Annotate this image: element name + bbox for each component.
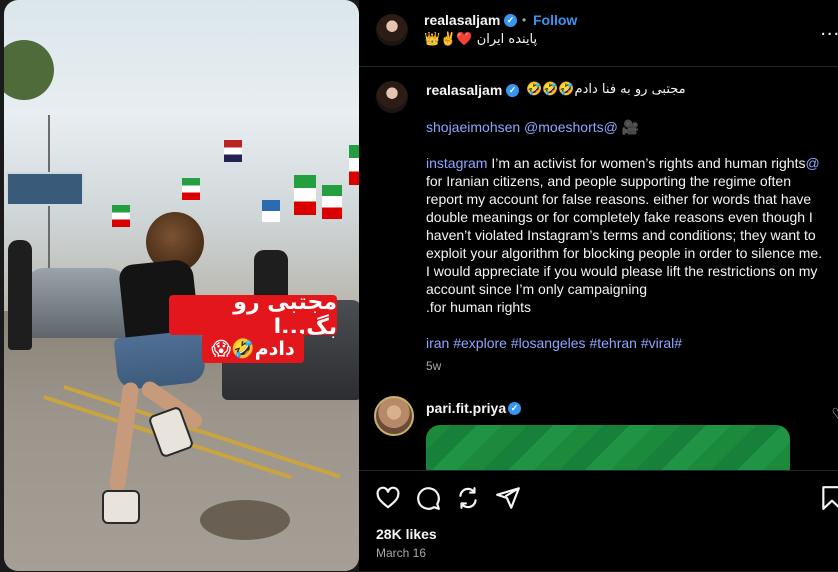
flag [349,145,359,185]
caption-body-text: I’m an activist for women’s rights and h… [487,155,806,171]
comment-image [426,425,790,470]
caption-body-rest: for Iranian citizens, and people support… [426,173,823,297]
flag [322,185,342,219]
caption-body: instagram I’m an activist for women’s ri… [426,154,828,316]
video-caption-line-2: دادم🤣😱 [202,333,304,363]
flag [294,175,316,215]
more-icon[interactable]: ... [820,18,838,41]
commenter-username[interactable]: pari.fit.priya [426,400,506,416]
flag [182,178,200,200]
flag [112,205,130,227]
verified-badge-icon: ✓ [506,84,519,97]
caption-author-avatar[interactable] [376,81,408,113]
credits-links[interactable]: shojaeimohsen @moeshorts@ 🎥 [426,119,639,135]
post-actions-bar: 28K likes March 16 [359,470,838,572]
person [8,240,32,350]
commenter-avatar[interactable] [374,396,414,436]
post-media[interactable]: مجتبی رو بگ...ا دادم🤣😱 [4,0,359,571]
caption-credits: shojaeimohsen @moeshorts@ 🎥 [426,118,828,136]
caption-time-ago: 5w [426,359,442,373]
author-username[interactable]: realasaljam [424,12,500,28]
caption-mention[interactable]: @ [805,155,819,171]
caption-link-instagram[interactable]: instagram [426,155,487,171]
comments-scroll-area[interactable]: realasaljam ✓ مجتبی رو به فنا دادم🤣🤣🤣 sh… [359,67,838,470]
billboard [6,172,84,206]
verified-badge-icon: ✓ [504,14,517,27]
comment-icon[interactable] [415,485,441,511]
caption-title: مجتبی رو به فنا دادم🤣🤣🤣 [526,82,686,97]
tree [4,40,54,100]
heart-icon[interactable] [375,485,401,511]
separator-dot: • [522,13,527,27]
author-avatar[interactable] [376,14,408,46]
caption-body-end: .for human rights [426,299,532,315]
send-icon[interactable] [495,485,521,511]
flag [262,200,280,222]
video-caption-line-1: مجتبی رو بگ...ا [169,290,337,340]
dancer-boot [102,490,140,524]
comment-like-heart-icon[interactable]: ♡ [831,405,838,422]
likes-count[interactable]: 28K likes [376,526,437,542]
share-icon[interactable] [455,485,481,511]
caption-author-username[interactable]: realasaljam [426,82,502,98]
flag [224,140,242,162]
bookmark-icon[interactable] [819,485,838,511]
post-details-panel: realasaljam ✓ • Follow پاینده ایران ❤️✌️… [359,0,838,571]
post-date: March 16 [376,546,427,560]
follow-button[interactable]: Follow [533,12,577,28]
cutout-figure [200,500,290,540]
verified-badge-icon: ✓ [508,402,521,415]
author-bio-line: پاینده ایران ❤️✌️👑 [424,32,538,47]
caption-hashtags: iran #explore #losangeles #tehran #viral… [426,334,828,352]
hashtag-links[interactable]: iran #explore #losangeles #tehran #viral… [426,335,682,351]
post-header: realasaljam ✓ • Follow پاینده ایران ❤️✌️… [359,0,838,67]
